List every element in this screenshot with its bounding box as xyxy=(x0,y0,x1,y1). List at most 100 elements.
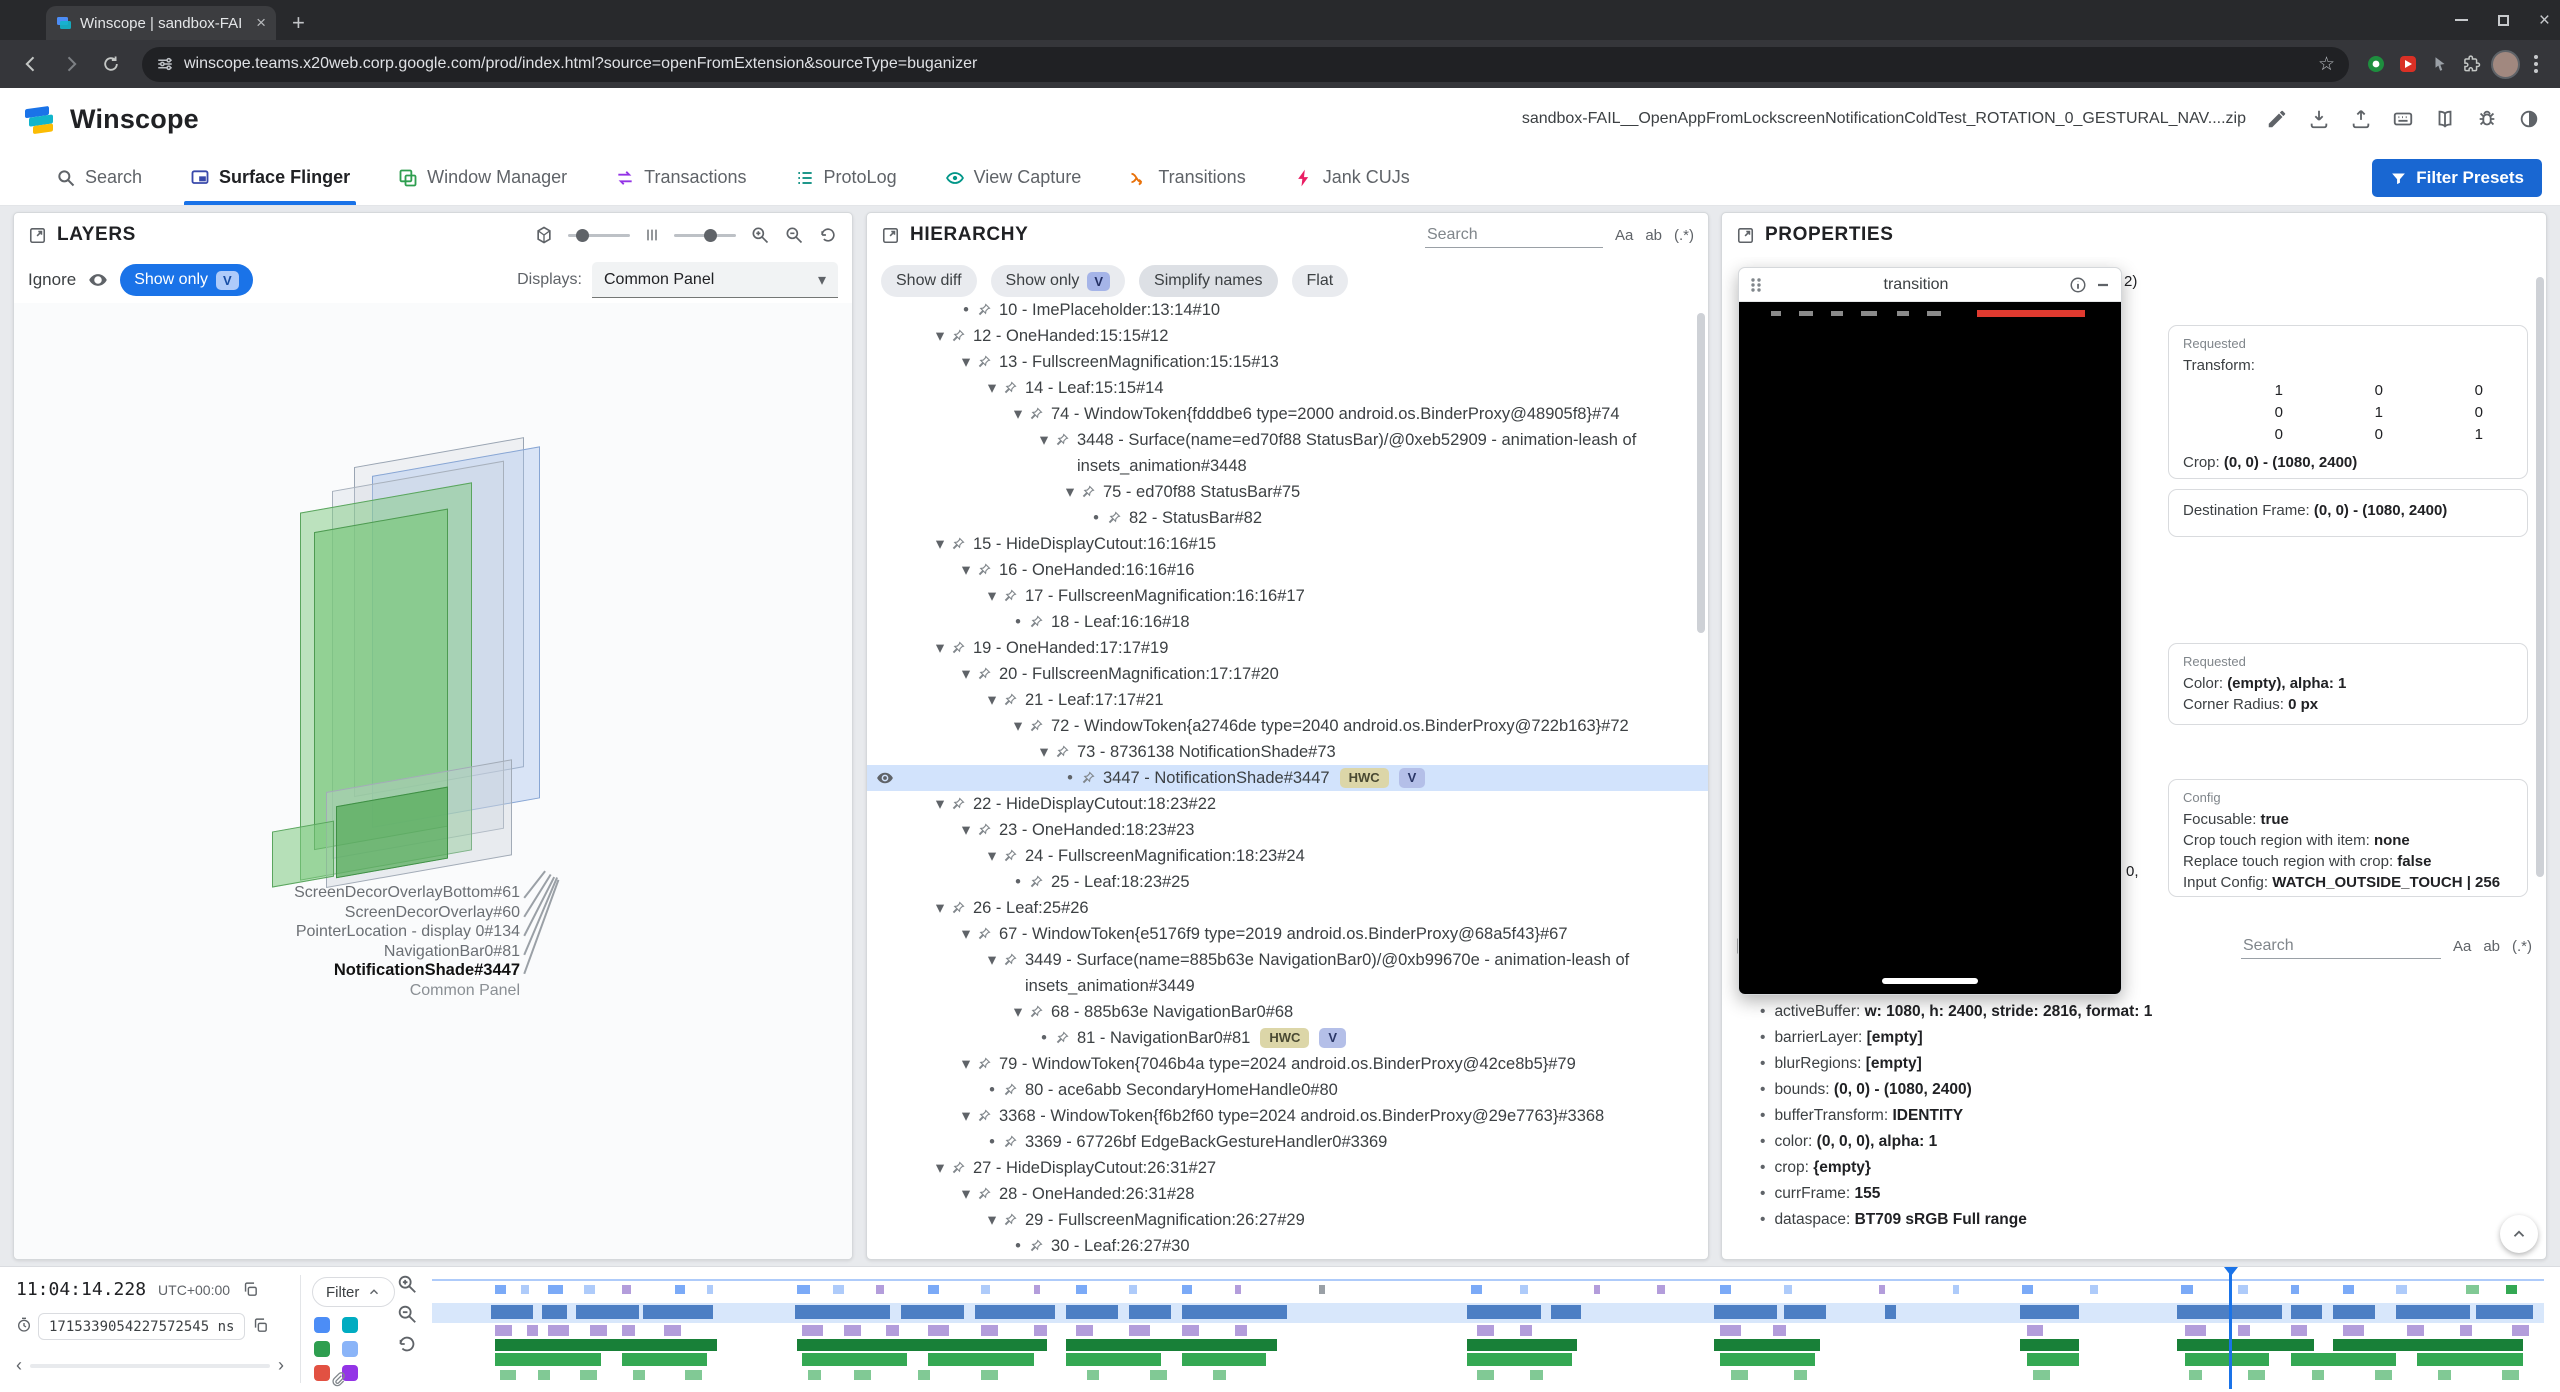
tree-expand-arrow[interactable]: ▾ xyxy=(1033,427,1055,453)
trace-segment-view-capture[interactable] xyxy=(633,1370,646,1380)
extensions-puzzle-icon[interactable] xyxy=(2459,51,2485,77)
tab-protolog[interactable]: ProtoLog xyxy=(795,150,897,205)
trace-segment-window-manager[interactable] xyxy=(1714,1339,1820,1351)
timeline-cursor[interactable] xyxy=(2229,1271,2232,1389)
trace-segment-transactions[interactable] xyxy=(2238,1325,2251,1336)
pin-icon[interactable] xyxy=(977,817,999,837)
paperclip-icon[interactable] xyxy=(330,1371,346,1387)
window-minimize-button[interactable] xyxy=(2455,19,2468,21)
hierarchy-node[interactable]: ▾68 - 885b63e NavigationBar0#68 xyxy=(867,999,1708,1025)
overview-segment[interactable] xyxy=(2291,1285,2299,1294)
overview-segment[interactable] xyxy=(2506,1285,2517,1294)
hierarchy-node[interactable]: ▾12 - OneHanded:15:15#12 xyxy=(867,323,1708,349)
pin-icon[interactable] xyxy=(951,895,973,915)
show-diff-button[interactable]: Show diff xyxy=(881,265,977,297)
property-item[interactable]: •bounds: (0, 0) - (1080, 2400) xyxy=(1760,1077,2152,1103)
tree-expand-arrow[interactable]: ▾ xyxy=(955,1181,977,1207)
layers-show-only-chip[interactable]: Show only V xyxy=(120,264,253,296)
pin-icon[interactable] xyxy=(1003,583,1025,603)
flat-button[interactable]: Flat xyxy=(1292,265,1349,297)
tab-transitions[interactable]: Transitions xyxy=(1129,150,1245,205)
pin-icon[interactable] xyxy=(951,531,973,551)
screenshot-window-titlebar[interactable]: transition xyxy=(1739,268,2121,302)
trace-segment-transactions[interactable] xyxy=(1182,1325,1199,1336)
regex-icon[interactable]: (.*) xyxy=(1674,227,1694,244)
pin-icon[interactable] xyxy=(977,349,999,369)
tree-expand-arrow[interactable]: ▾ xyxy=(955,1051,977,1077)
site-settings-icon[interactable] xyxy=(156,55,174,73)
drag-handle-icon[interactable] xyxy=(1749,276,1763,294)
tree-expand-arrow[interactable]: ▾ xyxy=(955,349,977,375)
trace-segment-view-capture[interactable] xyxy=(2033,1370,2050,1380)
hierarchy-node[interactable]: •30 - Leaf:26:27#30 xyxy=(867,1233,1708,1255)
trace-segment-surface-flinger[interactable] xyxy=(1467,1305,1541,1319)
hierarchy-node[interactable]: •82 - StatusBar#82 xyxy=(867,505,1708,531)
trace-segment-surface-flinger[interactable] xyxy=(1885,1305,1896,1319)
trace-segment-protolog[interactable] xyxy=(2291,1353,2397,1366)
extension-icon-cursor[interactable] xyxy=(2427,51,2453,77)
hierarchy-node[interactable]: ▾20 - FullscreenMagnification:17:17#20 xyxy=(867,661,1708,687)
hierarchy-node[interactable]: •10 - ImePlaceholder:13:14#10 xyxy=(867,297,1708,323)
trace-segment-transactions[interactable] xyxy=(2185,1325,2206,1336)
pin-icon[interactable] xyxy=(1055,427,1077,447)
filter-presets-button[interactable]: Filter Presets xyxy=(2372,159,2542,197)
device-screenshot[interactable] xyxy=(1739,302,2121,994)
simplify-names-button[interactable]: Simplify names xyxy=(1139,265,1277,297)
overview-segment[interactable] xyxy=(548,1285,563,1294)
hierarchy-node[interactable]: ▾24 - FullscreenMagnification:18:23#24 xyxy=(867,843,1708,869)
reload-icon[interactable] xyxy=(94,47,128,81)
spacing-slider[interactable] xyxy=(674,234,736,237)
hierarchy-node[interactable]: ▾22 - HideDisplayCutout:18:23#22 xyxy=(867,791,1708,817)
new-tab-button[interactable]: + xyxy=(292,12,305,34)
trace-segment-surface-flinger[interactable] xyxy=(2291,1305,2323,1319)
hierarchy-node[interactable]: ▾23 - OneHanded:18:23#23 xyxy=(867,817,1708,843)
trace-segment-transactions[interactable] xyxy=(590,1325,607,1336)
overview-segment[interactable] xyxy=(622,1285,630,1294)
overview-segment[interactable] xyxy=(797,1285,810,1294)
rotation-3d-icon[interactable] xyxy=(534,225,554,245)
tab-transactions[interactable]: Transactions xyxy=(615,150,746,205)
trace-segment-transactions[interactable] xyxy=(2460,1325,2473,1336)
browser-menu-icon[interactable] xyxy=(2526,55,2546,73)
tree-expand-arrow[interactable]: ▾ xyxy=(981,687,1003,713)
browser-tab[interactable]: Winscope | sandbox-FAI × xyxy=(46,6,276,40)
prev-entry-button[interactable]: ‹ xyxy=(16,1355,22,1376)
panel-collapse-icon[interactable] xyxy=(28,226,47,245)
hierarchy-node[interactable]: ▾14 - Leaf:15:15#14 xyxy=(867,375,1708,401)
overview-segment[interactable] xyxy=(707,1285,713,1294)
overview-segment[interactable] xyxy=(1235,1285,1241,1294)
pin-icon[interactable] xyxy=(977,1181,999,1201)
trace-segment-view-capture[interactable] xyxy=(2375,1370,2392,1380)
tree-expand-arrow[interactable]: ▾ xyxy=(981,375,1003,401)
trace-segment-transactions[interactable] xyxy=(622,1325,635,1336)
trace-segment-surface-flinger[interactable] xyxy=(491,1305,533,1319)
hierarchy-node[interactable]: ▾72 - WindowToken{a2746de type=2040 andr… xyxy=(867,713,1708,739)
hierarchy-node[interactable]: ▾67 - WindowToken{e5176f9 type=2019 andr… xyxy=(867,921,1708,947)
trace-segment-transactions[interactable] xyxy=(2407,1325,2424,1336)
trace-segment-window-manager[interactable] xyxy=(495,1339,717,1351)
hierarchy-node[interactable]: ▾13 - FullscreenMagnification:15:15#13 xyxy=(867,349,1708,375)
layers-3d-canvas[interactable]: ScreenDecorOverlayBottom#61ScreenDecorOv… xyxy=(14,303,852,1259)
trace-segment-transactions[interactable] xyxy=(1076,1325,1093,1336)
pin-icon[interactable] xyxy=(977,1051,999,1071)
overview-segment[interactable] xyxy=(1720,1285,1731,1294)
trace-segment-transactions[interactable] xyxy=(548,1325,569,1336)
tree-expand-arrow[interactable]: ▾ xyxy=(981,583,1003,609)
property-item[interactable]: •dataspace: BT709 sRGB Full range xyxy=(1760,1207,2152,1233)
tab-close-icon[interactable]: × xyxy=(256,13,266,33)
hierarchy-node[interactable]: ▾79 - WindowToken{7046b4a type=2024 andr… xyxy=(867,1051,1708,1077)
trace-segment-protolog[interactable] xyxy=(622,1353,706,1366)
upload-icon[interactable] xyxy=(2350,108,2372,130)
tree-expand-arrow[interactable]: ▾ xyxy=(955,817,977,843)
regex-icon[interactable]: (.*) xyxy=(2512,938,2532,955)
trace-segment-protolog[interactable] xyxy=(928,1353,1034,1366)
address-bar[interactable]: winscope.teams.x20web.corp.google.com/pr… xyxy=(142,47,2349,82)
rotation-slider[interactable] xyxy=(568,234,630,237)
pin-icon[interactable] xyxy=(977,297,999,317)
extension-icon-2[interactable] xyxy=(2395,51,2421,77)
trace-segment-view-capture[interactable] xyxy=(918,1370,931,1380)
overview-segment[interactable] xyxy=(2396,1285,2407,1294)
overview-segment[interactable] xyxy=(2090,1285,2098,1294)
trace-segment-window-manager[interactable] xyxy=(1066,1339,1277,1351)
timeline-canvas[interactable] xyxy=(432,1267,2544,1392)
